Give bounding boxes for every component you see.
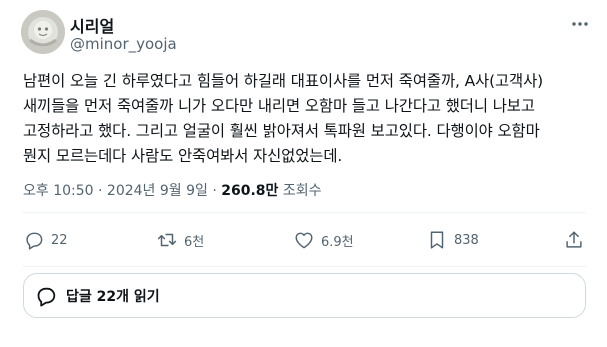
- author-handle[interactable]: @minor_yooja: [70, 35, 177, 53]
- reply-button[interactable]: 22: [23, 229, 68, 251]
- tweet-text: 남편이 오늘 긴 하루였다고 힘들어 하길래 대표이사를 먼저 죽여줄까, A사…: [23, 72, 544, 165]
- bookmark-count: 838: [454, 232, 479, 248]
- retweet-button[interactable]: 6천: [156, 229, 204, 251]
- like-button[interactable]: 6.9천: [293, 229, 354, 251]
- retweet-count: 6천: [184, 234, 205, 250]
- reply-count: 22: [51, 232, 68, 248]
- read-replies-button[interactable]: 답글 22개 읽기: [23, 273, 586, 318]
- avatar-image: [21, 10, 65, 54]
- avatar[interactable]: [21, 10, 65, 54]
- views-label: 조회수: [278, 183, 322, 199]
- bookmark-button[interactable]: 838: [426, 229, 479, 251]
- tweet-metadata: 오후 10:50 · 2024년 9월 9일 · 260.8만 조회수: [23, 180, 322, 200]
- like-count: 6.9천: [321, 234, 354, 250]
- speech-bubble-icon: [37, 287, 56, 306]
- read-replies-label: 답글 22개 읽기: [66, 288, 160, 305]
- bookmark-icon: [430, 231, 444, 249]
- retweet-icon: [157, 233, 177, 247]
- views-count[interactable]: 260.8만: [221, 183, 278, 199]
- author-display-name[interactable]: 시리얼: [70, 13, 114, 37]
- share-button[interactable]: [563, 229, 585, 251]
- share-icon: [566, 231, 582, 248]
- divider: [23, 212, 586, 213]
- tweet-timestamp[interactable]: 오후 10:50 · 2024년 9월 9일 ·: [23, 183, 221, 199]
- tweet-header: 시리얼 @minor_yooja: [21, 10, 591, 58]
- reply-icon: [26, 232, 43, 250]
- action-bar: 22 6천 6.9천 838: [23, 229, 588, 253]
- heart-icon: [295, 232, 313, 249]
- more-options-icon[interactable]: [569, 14, 591, 34]
- divider: [23, 266, 586, 267]
